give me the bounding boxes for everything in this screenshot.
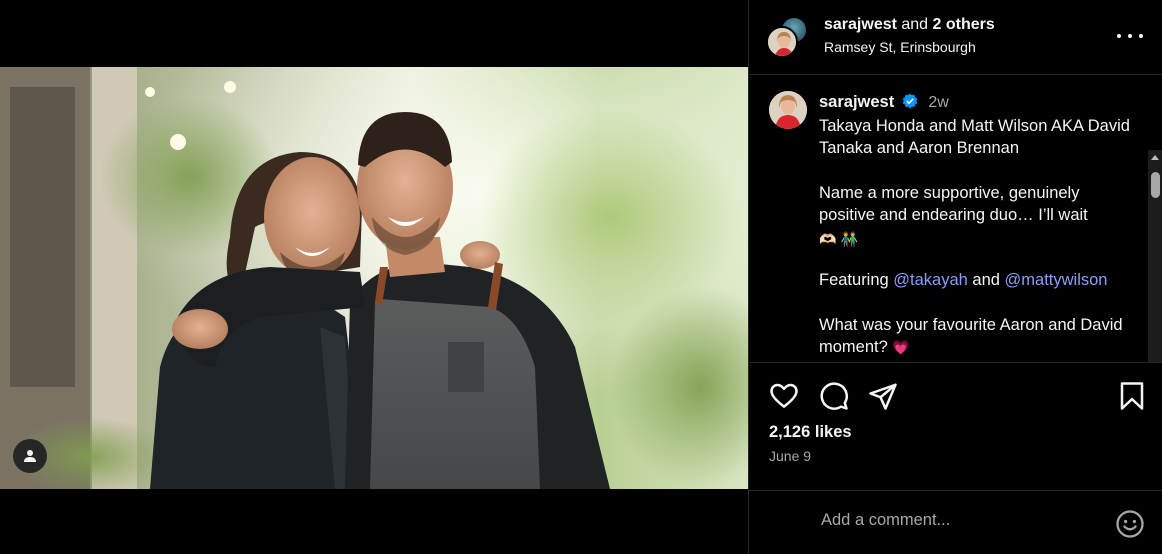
coauthors-link[interactable]: 2 others: [933, 16, 995, 33]
scroll-up-arrow-icon[interactable]: [1151, 155, 1159, 160]
post-date[interactable]: June 9: [769, 448, 811, 464]
caption-line: Name a more supportive, genuinely positi…: [819, 183, 1088, 225]
comment-input[interactable]: [821, 511, 1091, 530]
more-dots-icon: [1117, 34, 1121, 38]
post-header: sarajwest and 2 others Ramsey St, Erinsb…: [749, 0, 1162, 75]
post-media: [0, 0, 748, 554]
featuring-and: and: [967, 271, 1005, 289]
post-actions: [749, 363, 1162, 423]
mention-link[interactable]: @takayah: [893, 271, 968, 289]
caption-line: What was your favourite Aaron and David …: [819, 314, 1139, 360]
post-photo[interactable]: [0, 67, 748, 489]
heart-icon[interactable]: [769, 381, 799, 411]
comment-bar: [749, 490, 1162, 554]
caption-scrollbar[interactable]: [1148, 150, 1162, 362]
paper-plane-icon[interactable]: [868, 381, 898, 411]
avatar[interactable]: [769, 91, 807, 129]
comment-bubble-icon[interactable]: [819, 381, 849, 411]
caption-line: Takaya Honda and Matt Wilson AKA David T…: [819, 116, 1135, 158]
post-location[interactable]: Ramsey St, Erinsbourgh: [824, 39, 976, 55]
caption-question: What was your favourite Aaron and David …: [819, 315, 1123, 357]
avatar: [766, 26, 798, 58]
verified-badge-icon: [902, 93, 918, 109]
caption-username[interactable]: sarajwest: [819, 93, 894, 111]
featuring-prefix: Featuring: [819, 271, 894, 289]
caption-emojis: 🫶🏻 👬: [819, 231, 859, 248]
more-options-button[interactable]: [1117, 26, 1143, 46]
collab-avatars[interactable]: [766, 16, 810, 60]
author-username[interactable]: sarajwest: [824, 16, 897, 33]
bookmark-icon[interactable]: [1117, 381, 1147, 411]
caption-line: Featuring @takayah and @mattywilson: [819, 269, 1139, 292]
mention-link[interactable]: @mattywilson: [1005, 271, 1108, 289]
smiley-icon[interactable]: [1115, 509, 1145, 539]
scrollbar-thumb[interactable]: [1151, 172, 1160, 198]
caption-time[interactable]: 2w: [928, 94, 948, 111]
post-side-panel: sarajwest and 2 others Ramsey St, Erinsb…: [748, 0, 1162, 554]
caption-text: sarajwest 2w Takaya Honda and Matt Wilso…: [819, 91, 1139, 360]
caption-section: sarajwest 2w Takaya Honda and Matt Wilso…: [749, 75, 1162, 363]
likes-count[interactable]: 2,126 likes: [769, 423, 852, 442]
post-authors: sarajwest and 2 others: [824, 16, 995, 34]
coauthors-suffix: and: [896, 16, 933, 33]
user-tag-icon: [24, 450, 36, 462]
tag-user-button[interactable]: [13, 439, 47, 473]
heart-emoji: 💗: [892, 340, 910, 356]
